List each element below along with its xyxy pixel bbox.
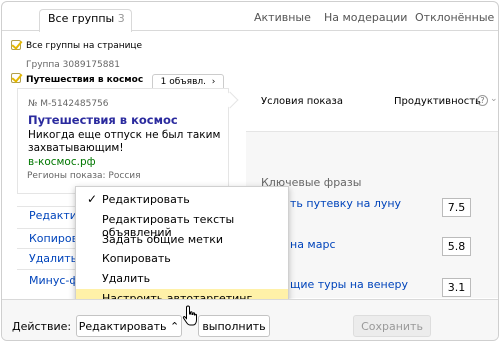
menu-item-delete[interactable]: Удалить — [76, 269, 288, 288]
action-footer: Действие: Редактировать ⌃ выполнить Сохр… — [2, 299, 498, 340]
divider — [17, 206, 77, 207]
conditions-header: Условия показа Продуктивность ? ⌄ — [246, 86, 498, 132]
keyword-phrase[interactable]: на марс — [290, 238, 336, 251]
chevron-up-icon: ⌃ — [170, 320, 180, 333]
keyword-phrase[interactable]: щие туры на венеру — [290, 278, 408, 291]
bid-input[interactable]: 7.5 — [442, 198, 471, 217]
ad-text-line2: захватывающим! — [28, 142, 124, 154]
ad-count-label: 1 объявл. — [160, 77, 206, 87]
group-checkbox[interactable] — [11, 73, 21, 83]
tab-rejected[interactable]: Отклонённые — [415, 11, 494, 24]
app-frame: Все группы 3 Активные На модерации Откло… — [1, 1, 499, 341]
copy-link[interactable]: Копиров — [29, 232, 78, 245]
menu-item-edit[interactable]: ✓ Редактировать — [76, 190, 288, 209]
action-select[interactable]: Редактировать ⌃ — [76, 315, 182, 337]
action-label: Действие: — [12, 320, 72, 333]
select-all-checkbox[interactable] — [11, 40, 21, 50]
tab-moderation[interactable]: На модерации — [324, 11, 407, 24]
action-select-value: Редактировать — [78, 320, 167, 333]
tab-active[interactable]: Активные — [254, 11, 311, 24]
ad-title[interactable]: Путешествия в космос — [28, 113, 178, 127]
divider — [17, 228, 77, 229]
keyword-phrase[interactable]: ть путевку на луну — [290, 197, 401, 210]
menu-item-edit-texts[interactable]: Редактировать тексты объявлений — [76, 210, 288, 239]
divider — [17, 248, 77, 249]
divider — [17, 269, 77, 270]
chevron-right-icon: › — [208, 77, 216, 87]
menu-item-label: Удалить — [102, 272, 151, 285]
ad-domain[interactable]: в-космос.рф — [28, 156, 96, 168]
menu-item-label: Копировать — [102, 252, 171, 265]
menu-item-label: Редактировать — [102, 193, 190, 206]
tab-all-groups-count: 3 — [117, 12, 125, 25]
hand-cursor-icon — [182, 305, 197, 326]
select-all-label: Все группы на странице — [26, 41, 143, 51]
menu-item-set-labels[interactable]: Задать общие метки — [76, 230, 288, 249]
group-name: Путешествия в космос — [26, 75, 144, 85]
productivity-label: Продуктивность — [394, 96, 481, 107]
bid-input[interactable]: 5.8 — [442, 237, 471, 256]
save-button[interactable]: Сохранить — [353, 315, 431, 337]
tab-all-groups-label: Все группы — [48, 12, 115, 25]
help-icon[interactable]: ? — [477, 95, 488, 106]
checkmark-icon: ✓ — [87, 192, 98, 206]
ad-number: № М-5142485756 — [28, 99, 109, 109]
conditions-label: Условия показа — [261, 96, 343, 107]
ad-regions: Регионы показа: Россия — [27, 171, 141, 181]
ad-text-line1: Никогда еще отпуск не был таким — [28, 129, 221, 141]
run-button[interactable]: выполнить — [198, 315, 270, 337]
menu-item-copy[interactable]: Копировать — [76, 249, 288, 268]
tab-all-groups[interactable]: Все группы 3 — [39, 9, 132, 32]
group-id: Группа 3089175881 — [26, 60, 120, 70]
negative-keywords-link[interactable]: Минус-ф — [29, 274, 79, 287]
tab-bar: Все группы 3 Активные На модерации Откло… — [2, 2, 498, 32]
bid-input[interactable]: 3.1 — [442, 278, 471, 297]
chevron-down-icon[interactable]: ⌄ — [490, 94, 498, 104]
menu-item-label: Задать общие метки — [102, 233, 224, 246]
action-dropdown-menu: ✓ Редактировать Редактировать тексты объ… — [75, 186, 289, 312]
